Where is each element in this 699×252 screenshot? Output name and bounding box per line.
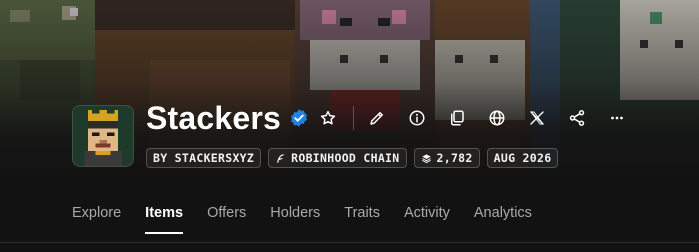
tab-analytics[interactable]: Analytics xyxy=(474,205,532,234)
x-logo-icon[interactable] xyxy=(524,105,550,131)
collection-title: Stackers xyxy=(146,99,282,136)
chain-feather-icon xyxy=(277,153,284,163)
layers-icon xyxy=(421,153,431,163)
tabs-divider xyxy=(0,242,699,243)
collection-badges: BY STACKERSXYZ ROBINHOOD CHAIN 2,782 AUG… xyxy=(146,148,559,168)
tab-offers[interactable]: Offers xyxy=(207,205,246,234)
chain-badge-label: ROBINHOOD CHAIN xyxy=(291,151,400,165)
tab-items[interactable]: Items xyxy=(145,205,183,234)
items-count-label: 2,782 xyxy=(436,151,473,165)
creator-badge[interactable]: BY STACKERSXYZ xyxy=(146,148,262,168)
tab-activity[interactable]: Activity xyxy=(404,205,450,234)
date-badge: AUG 2026 xyxy=(486,148,559,168)
copy-icon[interactable] xyxy=(444,105,470,131)
header-divider xyxy=(353,106,355,130)
tab-traits[interactable]: Traits xyxy=(344,205,380,234)
star-icon[interactable] xyxy=(315,105,341,131)
pencil-icon[interactable] xyxy=(364,105,390,131)
avatar-pixel-art xyxy=(73,106,133,166)
verified-badge-icon xyxy=(289,108,309,128)
collection-avatar xyxy=(72,105,134,167)
date-badge-label: AUG 2026 xyxy=(493,151,552,165)
collection-header: Stackers xyxy=(146,98,630,138)
chain-badge[interactable]: ROBINHOOD CHAIN xyxy=(268,148,407,168)
info-icon[interactable] xyxy=(404,105,430,131)
tab-explore[interactable]: Explore xyxy=(72,205,121,234)
creator-badge-label: BY STACKERSXYZ xyxy=(153,151,255,165)
ellipsis-icon[interactable] xyxy=(604,105,630,131)
tab-holders[interactable]: Holders xyxy=(270,205,320,234)
collection-tabs: Explore Items Offers Holders Traits Acti… xyxy=(72,205,532,234)
header-actions xyxy=(364,105,630,131)
items-count-badge: 2,782 xyxy=(413,148,480,168)
share-icon[interactable] xyxy=(564,105,590,131)
globe-icon[interactable] xyxy=(484,105,510,131)
